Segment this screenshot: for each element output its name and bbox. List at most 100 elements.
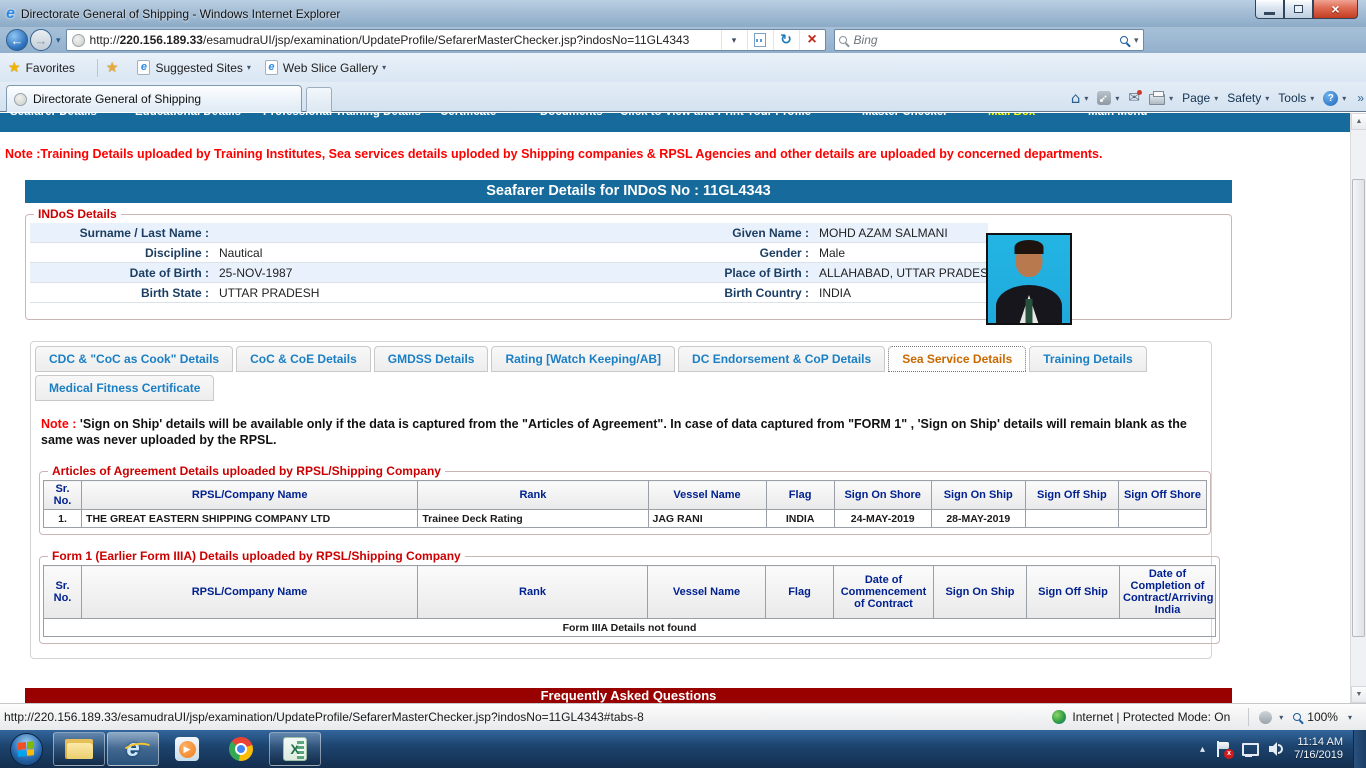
nav-item-educational-details[interactable]: Educational Details [135, 113, 241, 118]
minimize-button[interactable] [1255, 0, 1284, 19]
page-menu-button[interactable]: Page ▾ [1182, 91, 1218, 105]
cell-sr-no: 1. [42, 509, 83, 528]
nav-item-mail-box[interactable]: Mail Box [988, 113, 1035, 118]
show-desktop-button[interactable] [1353, 730, 1366, 768]
taskbar-item-internet-explorer[interactable]: e [107, 732, 159, 766]
tab-medical-fitness[interactable]: Medical Fitness Certificate [35, 375, 215, 401]
chevron-down-icon: ▾ [731, 34, 737, 45]
tab-gmdss[interactable]: GMDSS Details [373, 346, 489, 372]
nav-item-seafarer-details[interactable]: Seafarer Details [10, 113, 97, 118]
col-header: RPSL/Company Name [81, 480, 419, 510]
nav-item-documents[interactable]: Documents [540, 113, 603, 118]
forward-button[interactable]: → [30, 29, 52, 51]
feeds-button[interactable]: ▾ [1097, 91, 1119, 105]
safety-menu-button[interactable]: Safety ▾ [1227, 91, 1269, 105]
new-tab-button[interactable] [306, 87, 332, 112]
scrollbar-thumb[interactable] [1352, 179, 1365, 637]
address-input[interactable]: http://220.156.189.33/esamudraUI/jsp/exa… [65, 29, 826, 51]
indos-row: Date of Birth : 25-NOV-1987 Place of Bir… [30, 263, 997, 283]
zoom-control[interactable]: 100% ▾ [1293, 710, 1352, 724]
read-mail-button[interactable]: ✉ [1128, 90, 1142, 106]
title-bar: e Directorate General of Shipping - Wind… [0, 0, 1366, 27]
nav-item-certificate[interactable]: Certificate [440, 113, 496, 118]
back-button[interactable]: ← [6, 29, 28, 51]
field-value: UTTAR PRADESH [219, 286, 320, 300]
search-button[interactable] [1120, 36, 1128, 44]
taskbar-item-excel[interactable]: X [269, 732, 321, 766]
tab-coc-coe[interactable]: CoC & CoE Details [236, 346, 371, 372]
col-header: Sr. No. [42, 480, 83, 510]
tab-training-details[interactable]: Training Details [1029, 346, 1147, 372]
tab-dc-endorsement[interactable]: DC Endorsement & CoP Details [678, 346, 886, 372]
web-slice-gallery-button[interactable]: e Web Slice Gallery ▾ [264, 60, 386, 75]
tab-rating-watchkeeping[interactable]: Rating [Watch Keeping/AB] [491, 346, 676, 372]
chevron-down-icon: ▾ [1347, 712, 1352, 722]
taskbar-item-explorer[interactable] [53, 732, 105, 766]
tab-cdc-coc-cook[interactable]: CDC & "CoC as Cook" Details [35, 346, 234, 372]
col-header: Rank [417, 480, 649, 510]
favorites-label: Favorites [25, 60, 75, 75]
network-icon[interactable] [1242, 742, 1260, 757]
field-value: 25-NOV-1987 [219, 266, 293, 280]
address-dropdown[interactable]: ▾ [720, 30, 747, 50]
stop-button[interactable]: × [798, 30, 825, 50]
url-text: http://220.156.189.33/esamudraUI/jsp/exa… [89, 33, 690, 47]
vertical-scrollbar[interactable]: ▲ ▼ [1350, 113, 1366, 703]
help-button[interactable]: ? ▾ [1323, 90, 1346, 106]
col-header: Date of Completion of Contract/Arriving … [1119, 565, 1216, 619]
recent-pages-dropdown[interactable]: ▾ [56, 35, 61, 46]
status-url: http://220.156.189.33/esamudraUI/jsp/exa… [4, 710, 644, 724]
tab-sea-service[interactable]: Sea Service Details [888, 346, 1027, 372]
screen: e Directorate General of Shipping - Wind… [0, 0, 1366, 768]
taskbar-item-chrome[interactable] [215, 732, 267, 766]
favorites-bar: ★ Favorites ★ e Suggested Sites ▾ e Web … [0, 53, 1366, 82]
search-options-dropdown[interactable]: ▾ [1134, 35, 1139, 46]
divider [1248, 708, 1250, 726]
protected-mode-button[interactable]: ▾ [1259, 710, 1283, 724]
nav-item-professional-training[interactable]: Professional Training Details [263, 113, 421, 118]
page-viewport: Seafarer Details Educational Details Pro… [0, 113, 1366, 703]
close-button[interactable]: × [1313, 0, 1358, 19]
faq-banner[interactable]: Frequently Asked Questions [25, 688, 1232, 703]
note-text: 'Sign on Ship' details will be available… [41, 417, 1187, 447]
scroll-down-button[interactable]: ▼ [1351, 686, 1366, 703]
taskbar-item-media-player[interactable]: ▶ [161, 732, 213, 766]
nav-item-view-print-profile[interactable]: Click to View and Print Your Profile [620, 113, 811, 118]
site-favicon [71, 33, 85, 47]
scroll-up-button[interactable]: ▲ [1351, 113, 1366, 130]
indos-row: Discipline : Nautical Gender : Male [30, 243, 988, 263]
col-header: Sign Off Shore [1117, 480, 1208, 510]
zone-label: Internet | Protected Mode: On [1072, 710, 1231, 724]
search-input[interactable]: Bing ▾ [833, 29, 1144, 51]
favorites-button[interactable]: ★ Favorites [8, 59, 75, 76]
training-note: Note :Training Details uploaded by Train… [5, 147, 1103, 161]
restore-button[interactable] [1284, 0, 1313, 19]
start-button[interactable] [0, 730, 52, 768]
zoom-icon [1293, 713, 1302, 721]
col-header: Vessel Name [647, 480, 767, 510]
suggested-sites-button[interactable]: e Suggested Sites ▾ [137, 60, 251, 75]
compatibility-view-button[interactable] [746, 30, 773, 50]
stop-icon: × [807, 31, 817, 48]
home-button[interactable]: ⌂ ▾ [1071, 89, 1089, 107]
windows-logo-icon [9, 732, 43, 766]
field-label: Given Name : [732, 226, 809, 240]
tray-expand-button[interactable]: ▴ [1200, 744, 1205, 755]
print-button[interactable]: ▾ [1149, 91, 1173, 105]
tray-clock[interactable]: 11:14 AM 7/16/2019 [1294, 736, 1343, 762]
nav-item-main-menu[interactable]: Main Menu [1088, 113, 1147, 118]
not-found-message: Form IIIA Details not found [43, 618, 1216, 637]
volume-icon[interactable] [1269, 742, 1284, 756]
refresh-button[interactable]: ↻ [772, 30, 799, 50]
safety-menu-label: Safety [1227, 91, 1262, 105]
nav-item-master-checker[interactable]: Master Checker [862, 113, 948, 118]
toolbar-overflow-chevron[interactable]: » [1357, 91, 1364, 105]
add-to-favorites-button[interactable]: ★ [106, 59, 124, 76]
browser-tab[interactable]: Directorate General of Shipping [6, 85, 302, 112]
clock-time: 11:14 AM [1297, 736, 1343, 748]
chevron-down-icon: ▾ [1310, 93, 1315, 103]
action-center-icon[interactable]: x [1217, 741, 1235, 759]
tools-menu-button[interactable]: Tools ▾ [1278, 91, 1314, 105]
security-zone: Internet | Protected Mode: On [1052, 710, 1230, 724]
cell-sign-off-ship [1024, 509, 1119, 528]
